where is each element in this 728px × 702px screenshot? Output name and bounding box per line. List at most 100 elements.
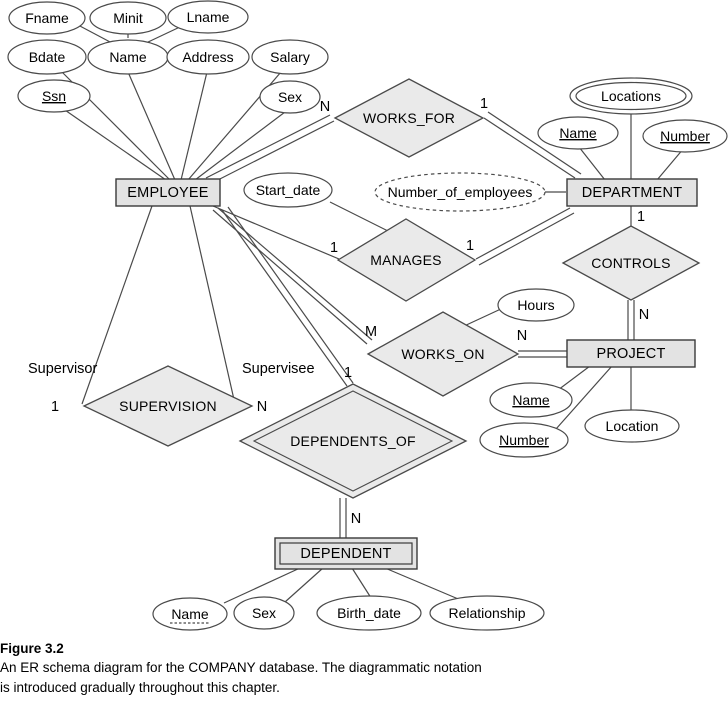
entity-employee[interactable]: EMPLOYEE <box>115 178 221 207</box>
employee-attributes: Fname Minit Lname Bdate Name Address Sal… <box>7 0 329 114</box>
link-employee-dependents-of-b <box>227 206 354 384</box>
figure-caption-title: Figure 3.2 <box>0 641 64 656</box>
attribute-name-employee[interactable]: Name <box>87 39 169 75</box>
attribute-name-department-label: Name <box>559 125 597 141</box>
attribute-relationship[interactable]: Relationship <box>429 595 545 631</box>
attribute-ssn[interactable]: Ssn <box>17 79 91 113</box>
relationship-manages-label: MANAGES <box>370 252 441 268</box>
link-employee-works-on <box>217 207 373 341</box>
attribute-minit[interactable]: Minit <box>89 1 167 35</box>
dependent-attributes: Name Sex Birth_date Relationship <box>152 595 545 631</box>
cardinality-controls-project: N <box>639 307 649 323</box>
attribute-salary-label: Salary <box>270 49 310 65</box>
entity-employee-label: EMPLOYEE <box>127 185 209 201</box>
link-manages-department-b <box>478 212 575 266</box>
attribute-fname[interactable]: Fname <box>8 1 86 35</box>
link-employee-manages <box>212 205 340 260</box>
attribute-birth-date-label: Birth_date <box>337 605 401 621</box>
attribute-number-of-employees-label: Number_of_employees <box>388 184 533 200</box>
attribute-birth-date[interactable]: Birth_date <box>316 595 422 631</box>
cardinality-dependents-of-dependent: N <box>351 511 361 527</box>
cardinality-works-for-department: 1 <box>480 96 488 112</box>
relationship-controls[interactable]: CONTROLS <box>561 225 701 301</box>
relationship-works-for[interactable]: WORKS_FOR <box>333 78 485 158</box>
attribute-lname-label: Lname <box>187 9 230 25</box>
cardinality-works-on-project: N <box>517 328 527 344</box>
attribute-number-project-label: Number <box>499 432 549 448</box>
entity-project-label: PROJECT <box>596 346 665 362</box>
cardinality-works-on-employee: M <box>365 324 377 340</box>
relationship-dependents-of-label: DEPENDENTS_OF <box>290 433 416 449</box>
attribute-bdate[interactable]: Bdate <box>7 39 87 75</box>
attribute-sex-dependent[interactable]: Sex <box>233 596 295 630</box>
entity-department-label: DEPARTMENT <box>582 185 683 201</box>
attribute-relationship-label: Relationship <box>448 605 525 621</box>
relationship-works-on[interactable]: WORKS_ON <box>366 311 520 397</box>
relationship-controls-label: CONTROLS <box>591 255 670 271</box>
figure-caption-line1: An ER schema diagram for the COMPANY dat… <box>0 660 482 676</box>
er-diagram-canvas: Fname Minit Lname Bdate Name Address Sal… <box>7 0 728 631</box>
relationship-supervision-label: SUPERVISION <box>119 398 217 414</box>
attribute-sex-employee-label: Sex <box>278 89 302 105</box>
link-department-name <box>578 146 606 181</box>
attribute-number-of-employees[interactable]: Number_of_employees <box>374 172 546 212</box>
attribute-locations[interactable]: Locations <box>569 77 693 115</box>
relationship-works-on-label: WORKS_ON <box>401 346 484 362</box>
attribute-name-project[interactable]: Name <box>489 382 573 418</box>
attribute-fname-label: Fname <box>25 10 69 26</box>
attribute-locations-label: Locations <box>601 88 661 104</box>
attribute-salary[interactable]: Salary <box>251 39 329 75</box>
attribute-hours-label: Hours <box>517 297 554 313</box>
relationship-dependents-of[interactable]: DEPENDENTS_OF <box>238 383 468 499</box>
entity-project[interactable]: PROJECT <box>566 339 696 368</box>
link-department-number <box>656 147 685 181</box>
attribute-minit-label: Minit <box>113 10 143 26</box>
figure-caption-line2: is introduced gradually throughout this … <box>0 679 280 695</box>
link-dependent-relationship <box>384 567 464 602</box>
relationship-works-for-label: WORKS_FOR <box>363 110 455 126</box>
attribute-name-project-label: Name <box>512 392 550 408</box>
link-dependent-sex <box>284 567 324 603</box>
attribute-address[interactable]: Address <box>166 39 250 75</box>
cardinality-supervision-supervisor: 1 <box>51 399 59 415</box>
attribute-number-department[interactable]: Number <box>642 119 728 153</box>
attribute-bdate-label: Bdate <box>29 49 66 65</box>
project-attributes: Name Number Location <box>479 382 680 458</box>
link-employee-sex <box>194 111 286 181</box>
link-employee-supervisee <box>189 205 236 405</box>
cardinality-works-for-employee: N <box>320 99 330 115</box>
attribute-number-department-label: Number <box>660 128 710 144</box>
figure-caption: Figure 3.2 An ER schema diagram for the … <box>0 640 728 697</box>
relationship-manages[interactable]: MANAGES <box>336 218 477 302</box>
attribute-number-project[interactable]: Number <box>479 422 569 458</box>
link-employee-ssn <box>61 107 167 181</box>
cardinality-manages-department: 1 <box>466 238 474 254</box>
link-manages-department-a <box>475 207 571 260</box>
cardinality-manages-employee: 1 <box>330 240 338 256</box>
entity-department[interactable]: DEPARTMENT <box>566 178 698 207</box>
link-employee-name <box>127 71 176 181</box>
relationship-supervision[interactable]: SUPERVISION <box>82 365 254 447</box>
link-project-name <box>557 365 591 391</box>
link-works-on-hours <box>461 307 504 328</box>
attribute-start-date-label: Start_date <box>256 182 321 198</box>
attribute-sex-employee[interactable]: Sex <box>259 80 321 114</box>
attribute-name-employee-label: Name <box>109 49 147 65</box>
role-label-supervisor: Supervisor <box>28 361 97 377</box>
entity-dependent-label: DEPENDENT <box>300 546 391 562</box>
cardinality-controls-department: 1 <box>637 209 645 225</box>
attribute-name-dependent-label: Name <box>171 606 209 622</box>
entity-dependent[interactable]: DEPENDENT <box>274 537 418 570</box>
attribute-hours[interactable]: Hours <box>497 288 575 322</box>
link-employee-address <box>180 71 208 181</box>
attribute-lname[interactable]: Lname <box>167 0 249 34</box>
attribute-sex-dependent-label: Sex <box>252 605 276 621</box>
attribute-name-department[interactable]: Name <box>537 116 619 150</box>
attribute-ssn-label: Ssn <box>42 88 66 104</box>
attribute-address-label: Address <box>182 49 233 65</box>
role-label-supervisee: Supervisee <box>242 361 315 377</box>
attribute-start-date[interactable]: Start_date <box>243 172 333 208</box>
attribute-location-project[interactable]: Location <box>584 409 680 443</box>
attribute-name-dependent[interactable]: Name <box>152 597 228 631</box>
er-diagram-figure: Fname Minit Lname Bdate Name Address Sal… <box>0 0 728 702</box>
